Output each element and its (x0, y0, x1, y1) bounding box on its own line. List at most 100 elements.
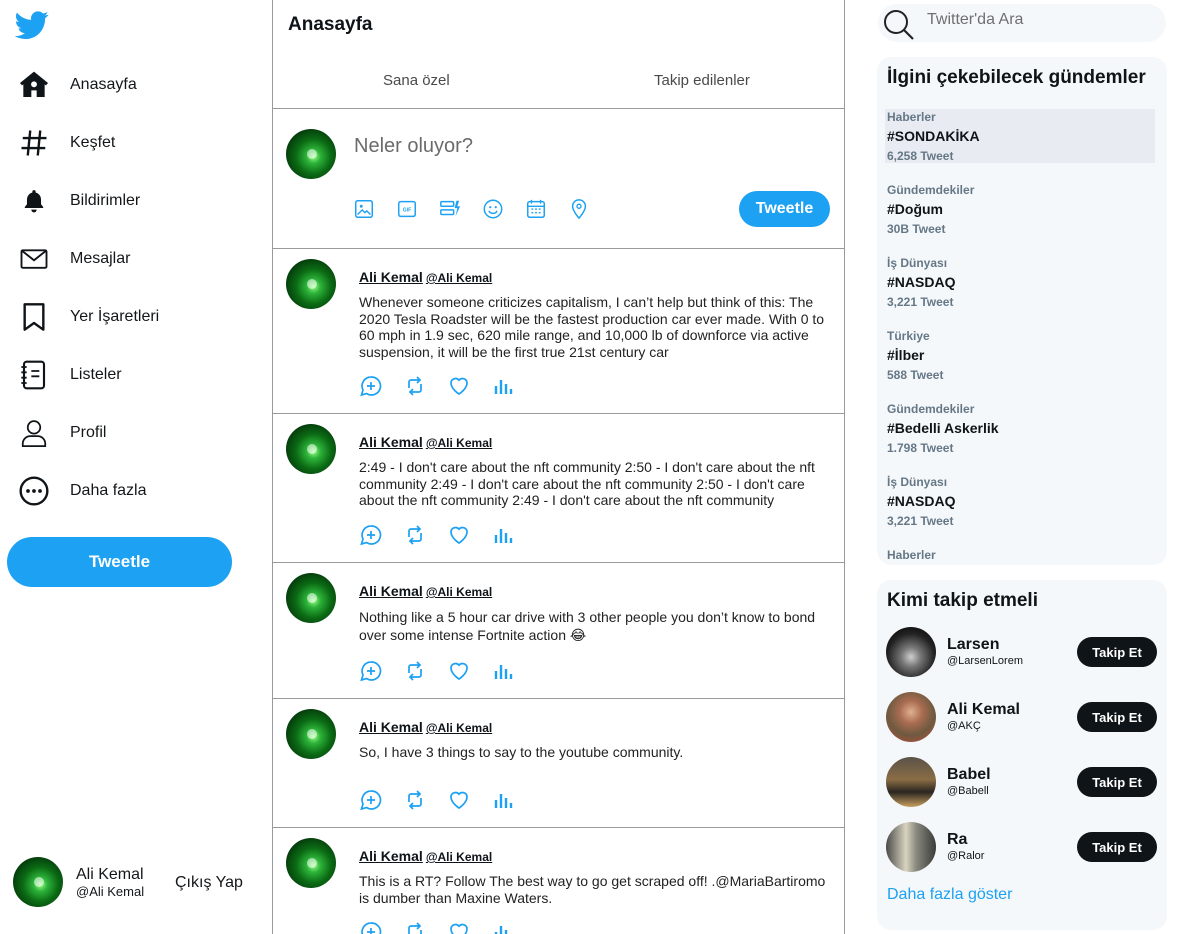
follow-suggestion[interactable]: Babel @Babell Takip Et (886, 756, 1158, 808)
retweet-icon[interactable] (403, 788, 427, 812)
schedule-icon[interactable] (525, 198, 547, 220)
follow-suggestion[interactable]: Ra @Ralor Takip Et (886, 821, 1158, 873)
trend-count: 6,258 Tweet (887, 149, 954, 163)
retweet-icon[interactable] (403, 374, 427, 398)
trend-item[interactable]: İş Dünyası #NASDAQ 3,221 Tweet (877, 474, 1167, 528)
reply-icon[interactable] (359, 659, 383, 683)
follow-user-name[interactable]: Larsen (947, 636, 999, 654)
reply-icon[interactable] (359, 523, 383, 547)
compose-tweet-button[interactable]: Tweetle (739, 191, 830, 227)
tweet-author-handle[interactable]: @Ali Kemal (426, 436, 492, 450)
tweet[interactable]: Ali Kemal @Ali Kemal Nothing like a 5 hou… (273, 563, 844, 698)
avatar[interactable] (886, 692, 936, 742)
follow-user-name[interactable]: Ali Kemal (947, 701, 1020, 719)
tweet[interactable]: Ali Kemal @Ali Kemal 2:49 - I don't care … (273, 414, 844, 562)
avatar[interactable] (886, 627, 936, 677)
image-icon[interactable] (353, 198, 375, 220)
tweet-actions (359, 788, 519, 812)
retweet-icon[interactable] (403, 659, 427, 683)
search-input[interactable] (927, 11, 1157, 29)
nav-item-explore[interactable]: Keşfet (16, 121, 256, 165)
like-icon[interactable] (447, 374, 471, 398)
reply-icon[interactable] (359, 920, 383, 934)
tweet[interactable]: Ali Kemal @Ali Kemal This is a RT? Follow… (273, 828, 844, 934)
nav-label: Profil (70, 424, 107, 441)
tweet-text: Nothing like a 5 hour car drive with 3 o… (359, 609, 816, 643)
analytics-icon[interactable] (491, 920, 515, 934)
poll-icon[interactable] (439, 198, 461, 220)
logout-link[interactable]: Çıkış Yap (175, 874, 243, 892)
tweet-avatar[interactable] (286, 424, 336, 474)
tweet-avatar[interactable] (286, 709, 336, 759)
location-icon[interactable] (568, 198, 590, 220)
nav-label: Anasayfa (70, 76, 137, 93)
tweet-author-handle[interactable]: @Ali Kemal (426, 585, 492, 599)
nav-item-notifications[interactable]: Bildirimler (16, 179, 256, 223)
compose-input[interactable] (354, 135, 814, 158)
analytics-icon[interactable] (491, 788, 515, 812)
analytics-icon[interactable] (491, 374, 515, 398)
gif-icon[interactable]: GIF (396, 198, 418, 220)
tweet-avatar[interactable] (286, 838, 336, 888)
nav-item-more[interactable]: Daha fazla (16, 469, 256, 513)
tab-following[interactable]: Takip edilenler (654, 72, 750, 89)
follow-suggestion[interactable]: Ali Kemal @AKÇ Takip Et (886, 691, 1158, 743)
follow-button[interactable]: Takip Et (1077, 832, 1157, 862)
tweet[interactable]: Ali Kemal @Ali Kemal Whenever someone cri… (273, 249, 844, 413)
reply-icon[interactable] (359, 788, 383, 812)
tweet-author-name[interactable]: Ali Kemal (359, 719, 423, 735)
tweet-author-name[interactable]: Ali Kemal (359, 434, 423, 450)
search-box[interactable] (878, 4, 1166, 42)
nav-item-lists[interactable]: Listeler (16, 353, 256, 397)
analytics-icon[interactable] (491, 523, 515, 547)
follow-user-name[interactable]: Ra (947, 831, 967, 849)
emoji-icon[interactable] (482, 198, 504, 220)
trend-item[interactable]: Türkiye #İlber 588 Tweet (877, 328, 1167, 382)
trend-item[interactable]: Haberler #SONDAKİKA 6,258 Tweet (885, 109, 1155, 163)
tweet-author-name[interactable]: Ali Kemal (359, 583, 423, 599)
tweet-actions (359, 659, 519, 683)
nav-item-profile[interactable]: Profil (16, 411, 256, 455)
retweet-icon[interactable] (403, 920, 427, 934)
avatar[interactable] (886, 822, 936, 872)
nav-item-messages[interactable]: Mesajlar (16, 237, 256, 281)
tweet-avatar[interactable] (286, 573, 336, 623)
account-switcher[interactable]: Ali Kemal @Ali Kemal (13, 857, 144, 907)
like-icon[interactable] (447, 523, 471, 547)
trend-item[interactable]: Haberler (877, 547, 1167, 565)
trend-category: Haberler (887, 548, 936, 562)
account-handle: @Ali Kemal (76, 884, 145, 899)
tweet-author-name[interactable]: Ali Kemal (359, 848, 423, 864)
reply-icon[interactable] (359, 374, 383, 398)
tweet-actions (359, 374, 519, 398)
left-sidebar: Anasayfa Keşfet Bildirimler Mesajlar Yer… (0, 0, 272, 934)
tab-for-you[interactable]: Sana özel (383, 72, 450, 89)
like-icon[interactable] (447, 659, 471, 683)
trend-item[interactable]: Gündemdekiler #Doğum 30B Tweet (877, 182, 1167, 236)
analytics-icon[interactable] (491, 659, 515, 683)
twitter-logo-icon[interactable] (14, 8, 50, 42)
follow-suggestion[interactable]: Larsen @LarsenLorem Takip Et (886, 626, 1158, 678)
tweet-avatar[interactable] (286, 259, 336, 309)
follow-button[interactable]: Takip Et (1077, 637, 1157, 667)
follow-user-name[interactable]: Babel (947, 766, 991, 784)
tweet-author-handle[interactable]: @Ali Kemal (426, 271, 492, 285)
trend-tag: #SONDAKİKA (887, 128, 980, 144)
tweet-button[interactable]: Tweetle (7, 537, 232, 587)
retweet-icon[interactable] (403, 523, 427, 547)
avatar[interactable] (886, 757, 936, 807)
nav-item-home[interactable]: Anasayfa (16, 63, 256, 107)
follow-button[interactable]: Takip Et (1077, 702, 1157, 732)
trend-item[interactable]: Gündemdekiler #Bedelli Askerlik 1.798 Tw… (877, 401, 1167, 455)
tweet-author-handle[interactable]: @Ali Kemal (426, 850, 492, 864)
tweet-author-handle[interactable]: @Ali Kemal (426, 721, 492, 735)
nav-item-bookmarks[interactable]: Yer İşaretleri (16, 295, 256, 339)
like-icon[interactable] (447, 920, 471, 934)
who-to-follow-panel: Kimi takip etmeli Larsen @LarsenLorem Ta… (877, 580, 1167, 930)
follow-button[interactable]: Takip Et (1077, 767, 1157, 797)
show-more-link[interactable]: Daha fazla göster (887, 886, 1012, 904)
tweet[interactable]: Ali Kemal @Ali Kemal So, I have 3 things … (273, 699, 844, 827)
trend-item[interactable]: İş Dünyası #NASDAQ 3,221 Tweet (877, 255, 1167, 309)
like-icon[interactable] (447, 788, 471, 812)
tweet-author-name[interactable]: Ali Kemal (359, 269, 423, 285)
